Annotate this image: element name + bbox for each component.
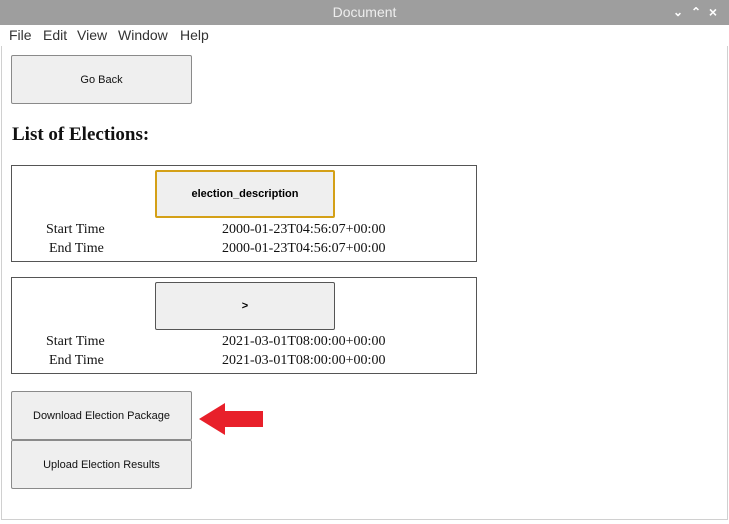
election-button[interactable]: > [155,282,335,330]
menu-view[interactable]: View [77,27,107,43]
election-card: > Start Time 2021-03-01T08:00:00+00:00 E… [11,277,477,374]
start-time-label: Start Time [46,222,105,237]
start-time-value: 2000-01-23T04:56:07+00:00 [222,222,386,237]
upload-election-results-button[interactable]: Upload Election Results [11,440,192,489]
red-arrow-icon [199,403,263,435]
page-title: List of Elections: [12,124,150,145]
menu-edit[interactable]: Edit [43,27,67,43]
start-time-label: Start Time [46,334,105,349]
end-time-label: End Time [49,241,104,256]
menu-window[interactable]: Window [118,27,168,43]
end-time-value: 2000-01-23T04:56:07+00:00 [222,241,386,256]
download-election-package-button[interactable]: Download Election Package [11,391,192,440]
minimize-icon[interactable]: ⌄ [671,0,685,25]
start-time-value: 2021-03-01T08:00:00+00:00 [222,334,386,349]
maximize-icon[interactable]: ⌃ [689,0,703,25]
go-back-button[interactable]: Go Back [11,55,192,104]
end-time-label: End Time [49,353,104,368]
election-button[interactable]: election_description [155,170,335,218]
end-time-value: 2021-03-01T08:00:00+00:00 [222,353,386,368]
election-card: election_description Start Time 2000-01-… [11,165,477,262]
menu-help[interactable]: Help [180,27,209,43]
close-icon[interactable]: × [706,0,720,25]
menu-bar: File Edit View Window Help [0,25,729,46]
menu-file[interactable]: File [9,27,32,43]
window-title: Document [332,4,397,20]
title-bar: Document ⌄ ⌃ × [0,0,729,25]
